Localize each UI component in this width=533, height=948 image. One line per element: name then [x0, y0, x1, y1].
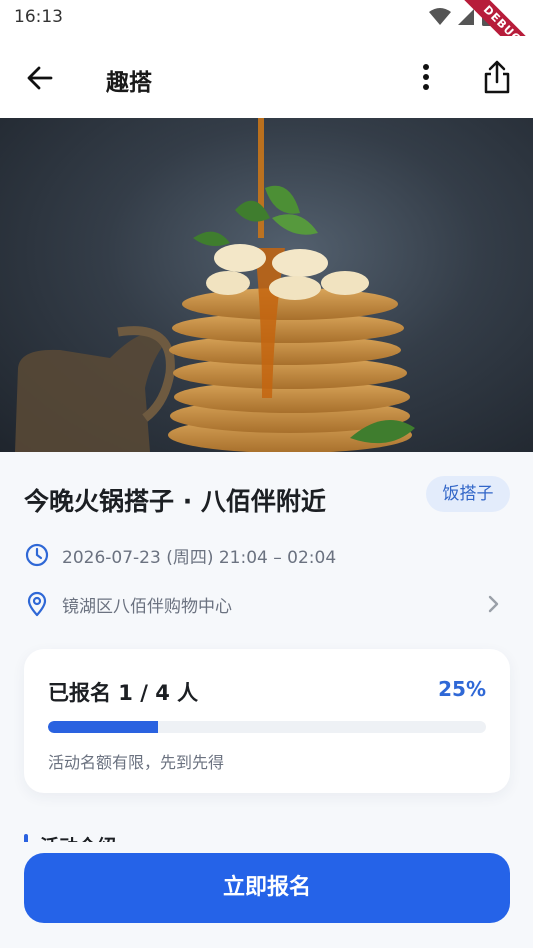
- pancake-stack-photo: [15, 118, 415, 452]
- event-location-row[interactable]: 镜湖区八佰伴购物中心: [24, 589, 510, 619]
- location-pin-icon: [27, 591, 47, 617]
- status-bar: 16:13 DEBUG: [0, 0, 533, 78]
- signup-percent: 25%: [438, 677, 486, 701]
- clock-icon: [25, 543, 49, 567]
- signup-card: 已报名 1 / 4 人 25% 活动名额有限，先到先得: [24, 649, 510, 793]
- chevron-right-icon: [488, 595, 499, 613]
- category-tag: 饭搭子: [426, 476, 510, 512]
- share-icon: [484, 60, 510, 94]
- signup-progress-fill: [48, 721, 158, 733]
- join-button[interactable]: 立即报名: [24, 853, 510, 923]
- signup-progress-bar: [48, 721, 486, 733]
- signal-icon: [458, 9, 474, 25]
- app-bar: 趣搭: [0, 36, 533, 118]
- status-time: 16:13: [14, 7, 63, 27]
- arrow-left-icon: [27, 66, 53, 90]
- event-time-row: 2026-07-23 (周四) 21:04 – 02:04: [24, 540, 510, 570]
- signup-count: 已报名 1 / 4 人: [48, 681, 199, 705]
- more-vertical-icon: [423, 64, 429, 90]
- back-button[interactable]: [24, 62, 56, 94]
- signup-note: 活动名额有限，先到先得: [48, 753, 225, 772]
- event-location: 镜湖区八佰伴购物中心: [62, 596, 232, 617]
- event-title: 今晚火锅搭子 · 八佰伴附近: [24, 487, 326, 516]
- page-title: 趣搭: [106, 70, 152, 96]
- wifi-icon: [429, 8, 451, 25]
- share-button[interactable]: [478, 58, 516, 96]
- more-button[interactable]: [412, 60, 440, 94]
- event-cover-image: [0, 118, 533, 452]
- event-time: 2026-07-23 (周四) 21:04 – 02:04: [62, 547, 337, 568]
